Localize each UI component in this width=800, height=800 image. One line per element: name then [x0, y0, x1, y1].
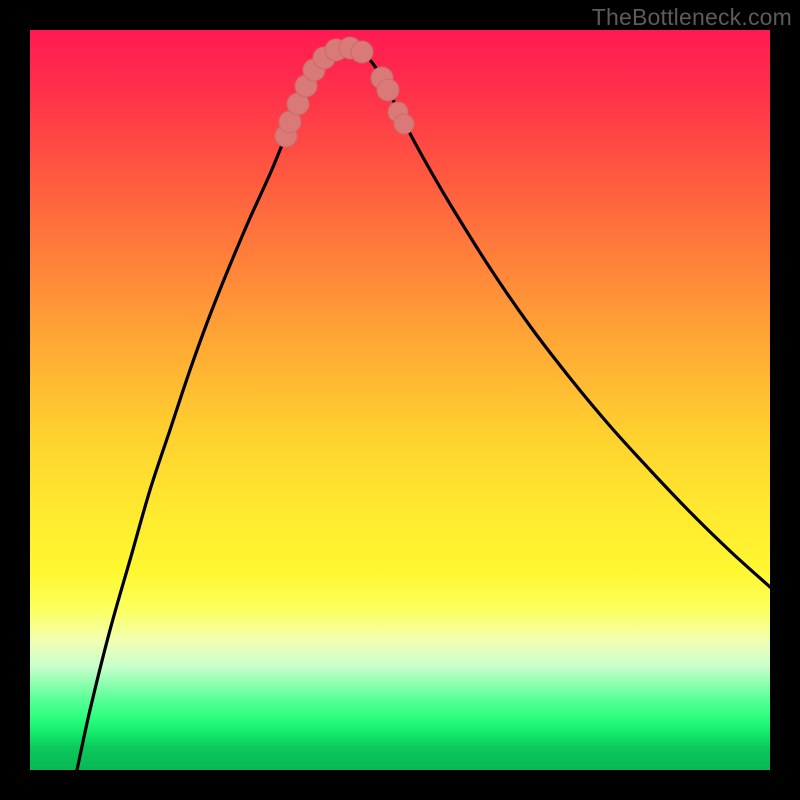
data-markers [275, 37, 414, 147]
chart-svg [30, 30, 770, 770]
data-marker [351, 41, 373, 63]
watermark-text: TheBottleneck.com [592, 4, 792, 31]
chart-frame: TheBottleneck.com [0, 0, 800, 800]
data-marker [377, 79, 399, 101]
bottleneck-curve [77, 49, 770, 770]
data-marker [394, 114, 414, 134]
